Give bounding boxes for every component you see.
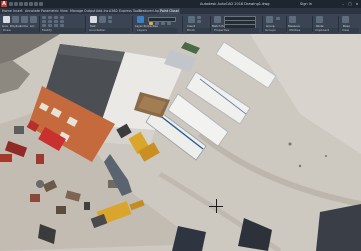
spool bbox=[36, 180, 44, 188]
explode-icon[interactable] bbox=[60, 20, 64, 23]
base-view-icon[interactable] bbox=[342, 16, 349, 23]
drawing-canvas[interactable] bbox=[0, 34, 361, 251]
erase-icon[interactable] bbox=[60, 16, 64, 19]
save-as-icon[interactable] bbox=[24, 2, 28, 6]
panel-separator bbox=[286, 16, 287, 32]
panel-groups[interactable]: Groups bbox=[264, 28, 286, 33]
match-properties-icon[interactable] bbox=[214, 16, 221, 23]
array-icon[interactable] bbox=[54, 24, 58, 27]
panel-separator bbox=[312, 16, 313, 32]
aerial-image bbox=[0, 34, 361, 251]
mirror-icon[interactable] bbox=[48, 20, 52, 23]
close-icon[interactable]: × bbox=[354, 0, 360, 8]
maximize-icon[interactable]: □ bbox=[347, 0, 353, 8]
panel-separator bbox=[338, 16, 339, 32]
machinery bbox=[36, 154, 44, 164]
save-icon[interactable] bbox=[19, 2, 23, 6]
autocad-window: A Autodesk AutoCAD 2018 Drawing1.dwg Sig… bbox=[0, 0, 361, 251]
debris bbox=[325, 155, 327, 157]
debris bbox=[288, 142, 292, 146]
crosshair-cursor-icon bbox=[209, 199, 223, 213]
dimension-icon[interactable] bbox=[99, 16, 106, 23]
crosshair-vertical bbox=[215, 199, 217, 213]
application-menu-icon[interactable]: A bbox=[1, 1, 7, 7]
panel-separator bbox=[262, 16, 263, 32]
measure-icon[interactable] bbox=[289, 16, 296, 23]
arc-icon[interactable] bbox=[30, 16, 37, 23]
ungroup-icon[interactable] bbox=[276, 17, 280, 20]
insert-block-icon[interactable] bbox=[188, 16, 195, 23]
panel-separator bbox=[85, 16, 86, 32]
layer-isolate-icon[interactable] bbox=[155, 22, 159, 25]
edit-block-icon[interactable] bbox=[197, 20, 201, 23]
minimize-icon[interactable]: – bbox=[340, 0, 346, 8]
leader-icon[interactable] bbox=[108, 16, 112, 19]
panel-separator bbox=[132, 16, 133, 32]
circle-icon[interactable] bbox=[21, 16, 28, 23]
panel-annotation[interactable]: Annotation bbox=[88, 28, 130, 33]
copy-icon[interactable] bbox=[42, 20, 46, 23]
fillet-icon[interactable] bbox=[54, 20, 58, 23]
debris bbox=[298, 164, 302, 168]
panel-separator bbox=[182, 16, 183, 32]
layer-freeze-icon[interactable] bbox=[161, 22, 165, 25]
sign-in-button[interactable]: Sign In bbox=[300, 0, 338, 8]
move-icon[interactable] bbox=[42, 16, 46, 19]
equipment bbox=[56, 206, 66, 214]
machinery bbox=[14, 126, 24, 134]
panel-utilities[interactable]: Utilities bbox=[288, 28, 312, 33]
line-icon[interactable] bbox=[3, 16, 10, 23]
title-bar: A Autodesk AutoCAD 2018 Drawing1.dwg Sig… bbox=[0, 0, 361, 8]
panel-properties[interactable]: Properties bbox=[213, 28, 259, 33]
plot-icon[interactable] bbox=[29, 2, 33, 6]
paste-icon[interactable] bbox=[316, 16, 323, 23]
panel-view[interactable]: View bbox=[341, 28, 359, 33]
new-file-icon[interactable] bbox=[9, 2, 13, 6]
layer-off-icon[interactable] bbox=[167, 22, 171, 25]
panel-clipboard[interactable]: Clipboard bbox=[314, 28, 338, 33]
redo-icon[interactable] bbox=[39, 2, 43, 6]
trim-icon[interactable] bbox=[54, 16, 58, 19]
layer-properties-icon[interactable] bbox=[137, 16, 144, 23]
polyline-icon[interactable] bbox=[12, 16, 19, 23]
stretch-icon[interactable] bbox=[42, 24, 46, 27]
open-file-icon[interactable] bbox=[14, 2, 18, 6]
layer-state-icon[interactable] bbox=[149, 22, 153, 25]
create-block-icon[interactable] bbox=[197, 16, 201, 19]
text-icon[interactable] bbox=[90, 16, 97, 23]
ribbon-panel: Line Polyline Circle Arc Draw Modify Tex… bbox=[0, 14, 361, 35]
scale-icon[interactable] bbox=[48, 24, 52, 27]
window-title: Autodesk AutoCAD 2018 Drawing1.dwg bbox=[200, 2, 270, 6]
group-icon[interactable] bbox=[266, 16, 273, 23]
panel-separator bbox=[210, 16, 211, 32]
equipment bbox=[84, 202, 90, 210]
rotate-icon[interactable] bbox=[48, 16, 52, 19]
red-equipment bbox=[0, 154, 12, 162]
table-icon[interactable] bbox=[108, 20, 112, 23]
panel-draw[interactable]: Draw bbox=[2, 28, 40, 33]
offset-icon[interactable] bbox=[60, 24, 64, 27]
panel-modify[interactable]: Modify bbox=[41, 28, 85, 33]
equipment bbox=[30, 194, 40, 202]
panel-block[interactable]: Block bbox=[186, 28, 210, 33]
panel-layers[interactable]: Layers bbox=[136, 28, 178, 33]
undo-icon[interactable] bbox=[34, 2, 38, 6]
panel-separator bbox=[39, 16, 40, 32]
